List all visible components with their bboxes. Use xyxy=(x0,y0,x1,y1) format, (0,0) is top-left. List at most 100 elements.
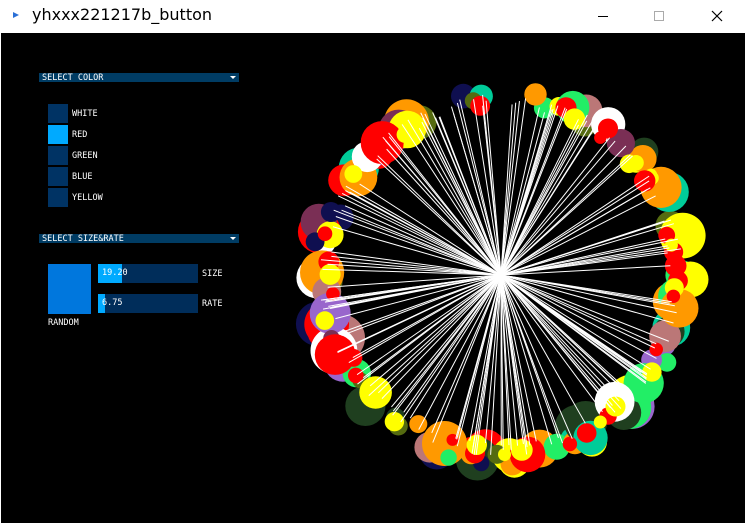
ring-circle xyxy=(659,212,706,259)
size-slider[interactable]: 19.20 xyxy=(98,264,198,283)
radial-line xyxy=(500,114,588,276)
ring-circle xyxy=(365,148,385,167)
radial-line xyxy=(482,94,502,276)
radial-line xyxy=(320,259,502,276)
ring-dot xyxy=(594,131,607,144)
radial-line xyxy=(500,274,656,349)
radial-line xyxy=(500,104,513,276)
ring-circle xyxy=(310,327,358,374)
ring-circle xyxy=(464,92,482,110)
maximize-button[interactable] xyxy=(636,0,682,32)
radial-line xyxy=(349,191,502,276)
radial-line xyxy=(500,108,554,276)
color-dropdown[interactable]: SELECT COLOR xyxy=(39,73,239,82)
ring-dot xyxy=(664,242,684,262)
radial-line xyxy=(337,274,502,353)
radial-line xyxy=(500,107,540,276)
radial-line xyxy=(455,274,502,439)
radial-line xyxy=(424,113,502,276)
radial-line xyxy=(348,274,502,364)
toggle-white[interactable] xyxy=(48,104,68,123)
radial-line xyxy=(500,238,666,276)
ring-circle xyxy=(304,301,350,347)
radial-line xyxy=(456,274,502,440)
radial-line xyxy=(456,274,502,447)
ring-dot xyxy=(645,171,659,185)
random-button[interactable] xyxy=(48,264,91,314)
radial-line xyxy=(377,155,502,276)
radial-line xyxy=(490,274,502,455)
ring-dot xyxy=(599,407,617,425)
ring-circle xyxy=(310,276,330,296)
radial-line xyxy=(500,145,627,276)
radial-line xyxy=(500,274,628,394)
radial-line xyxy=(500,121,599,276)
ring-circle xyxy=(319,324,353,358)
close-button[interactable] xyxy=(694,0,740,32)
radial-line xyxy=(328,274,502,307)
ring-circle xyxy=(307,317,338,349)
radial-line xyxy=(341,209,502,276)
ring-circle xyxy=(575,414,594,434)
ring-circle xyxy=(659,289,699,328)
radial-line xyxy=(386,148,502,276)
ring-dot xyxy=(562,436,578,452)
radial-line xyxy=(324,274,502,303)
ring-circle xyxy=(549,97,569,116)
ring-dot xyxy=(348,367,364,384)
toggle-red[interactable] xyxy=(48,125,68,144)
radial-line xyxy=(469,274,502,441)
radial-line xyxy=(500,107,566,276)
ring-dot xyxy=(563,108,586,130)
radial-line xyxy=(500,274,504,450)
radial-line xyxy=(500,274,524,445)
chevron-down-icon xyxy=(230,237,236,240)
ring-circle xyxy=(317,314,365,362)
toggle-green[interactable] xyxy=(48,146,68,165)
ring-circle xyxy=(297,210,341,254)
sketch-canvas[interactable]: SELECT COLOR WHITE RED GREEN BLUE YELLOW… xyxy=(1,33,745,523)
radial-line xyxy=(500,274,528,455)
radial-line xyxy=(500,219,672,276)
radial-line xyxy=(500,155,633,276)
ring-dot xyxy=(628,155,644,171)
ring-circle xyxy=(337,167,363,193)
radial-line xyxy=(500,102,517,276)
radial-line xyxy=(456,102,502,276)
ring-dot xyxy=(669,248,682,261)
radial-line xyxy=(500,98,527,276)
ring-circle xyxy=(571,109,599,137)
rate-slider[interactable]: 6.75 xyxy=(98,294,198,313)
ring-circle xyxy=(634,153,654,173)
toggle-yellow[interactable] xyxy=(48,188,68,207)
radial-line xyxy=(421,121,502,276)
ring-circle xyxy=(321,213,343,234)
ring-circle xyxy=(320,202,341,222)
radial-line xyxy=(500,238,679,276)
radial-line xyxy=(400,274,502,423)
radial-line xyxy=(500,274,647,380)
radial-line xyxy=(500,274,512,451)
radial-line xyxy=(392,274,502,412)
radial-line xyxy=(368,274,502,397)
radial-line xyxy=(422,117,502,276)
ring-circle xyxy=(384,99,429,145)
radial-line xyxy=(435,117,502,276)
ring-dot xyxy=(344,349,363,367)
size-rate-dropdown[interactable]: SELECT SIZE&RATE xyxy=(39,234,239,243)
ring-circle xyxy=(509,436,546,473)
radial-line xyxy=(500,274,669,342)
radial-line xyxy=(425,123,502,276)
ring-circle xyxy=(322,328,342,348)
ring-dot xyxy=(619,154,639,174)
radial-line xyxy=(320,274,502,301)
toggle-blue[interactable] xyxy=(48,167,68,186)
minimize-button[interactable] xyxy=(580,0,626,32)
ring-circle xyxy=(649,320,681,353)
ring-circle xyxy=(360,121,404,165)
ring-circle xyxy=(487,444,507,464)
radial-line xyxy=(500,274,670,304)
radial-line xyxy=(500,180,650,276)
radial-line xyxy=(485,100,502,276)
ring-circle xyxy=(608,385,652,429)
